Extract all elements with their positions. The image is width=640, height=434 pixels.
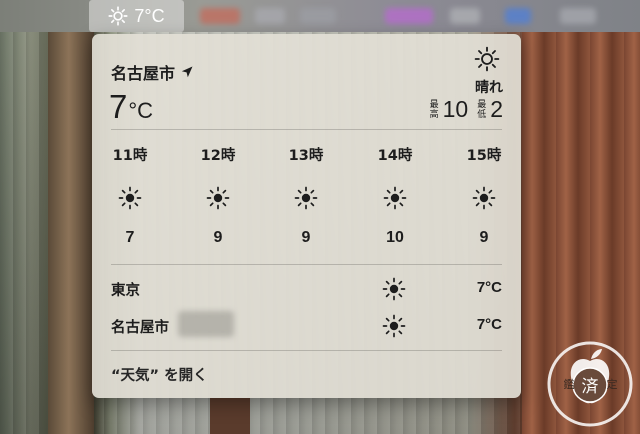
hour-temp: 7 xyxy=(125,229,135,246)
sun-icon xyxy=(108,6,128,26)
current-temp-value: 7 xyxy=(109,88,128,125)
location-weather-icon-wrap xyxy=(382,314,406,342)
watermark-logo: 済 鑑 定 xyxy=(547,341,633,427)
hour-column: 15時 9 xyxy=(454,144,514,247)
open-weather-app-link[interactable]: “天気” を開く xyxy=(111,364,208,385)
menu-bar: 7°C xyxy=(0,0,640,32)
current-city-name: 名古屋市 xyxy=(111,64,176,83)
weather-panel: 名古屋市 7 °C 晴れ 最 高 10 最 低 2 11時 7 12時 9 13… xyxy=(92,34,521,398)
hour-icon-wrap xyxy=(188,186,248,212)
blurred-menu-item xyxy=(385,8,433,24)
divider xyxy=(111,264,502,265)
low-label-char: 最 xyxy=(477,99,487,110)
menubar-weather-button[interactable]: 7°C xyxy=(89,0,184,32)
location-weather-icon-wrap xyxy=(382,277,406,305)
hour-temp: 9 xyxy=(301,229,311,246)
low-temp: 2 xyxy=(490,96,503,122)
watermark-text-left: 鑑 xyxy=(564,377,575,391)
menubar-weather-temp: 7°C xyxy=(134,5,165,26)
sun-icon xyxy=(474,46,500,72)
watermark-text-right: 定 xyxy=(607,377,618,391)
hour-column: 13時 9 xyxy=(276,144,336,247)
hour-icon-wrap xyxy=(365,186,425,212)
low-label-char: 低 xyxy=(477,109,487,120)
hour-time: 15時 xyxy=(466,148,502,164)
sun-icon xyxy=(206,186,230,210)
location-name: 名古屋市 xyxy=(111,320,169,336)
blurred-menu-item xyxy=(505,8,531,24)
hour-temp: 9 xyxy=(213,229,223,246)
watermark-text-mid: 済 xyxy=(582,377,599,397)
blurred-menu-item xyxy=(300,8,336,24)
current-temperature: 7 °C xyxy=(109,88,153,126)
hour-icon-wrap xyxy=(100,186,160,212)
sun-icon xyxy=(294,186,318,210)
sun-icon xyxy=(383,186,407,210)
blurred-menu-item xyxy=(450,8,480,24)
sun-icon xyxy=(118,186,142,210)
hour-icon-wrap xyxy=(454,186,514,212)
high-low-temps: 最 高 10 最 低 2 xyxy=(430,96,503,123)
wallpaper-tree-trunk xyxy=(48,30,94,434)
location-name: 東京 xyxy=(111,283,140,299)
hour-time: 14時 xyxy=(377,148,413,164)
high-temp: 10 xyxy=(442,96,469,122)
location-temp: 7°C xyxy=(476,279,502,296)
high-label-char: 最 xyxy=(429,99,439,110)
high-label: 最 高 xyxy=(430,100,439,120)
sun-icon xyxy=(382,277,406,301)
divider xyxy=(111,129,502,130)
hour-temp: 9 xyxy=(479,229,489,246)
blurred-menu-item xyxy=(255,8,285,24)
wallpaper-tree-trunk xyxy=(210,398,250,434)
blurred-menu-item xyxy=(560,8,596,24)
hour-temp: 10 xyxy=(386,229,404,246)
location-row[interactable]: 名古屋市 7°C xyxy=(111,311,502,338)
high-label-char: 高 xyxy=(429,109,439,120)
blurred-menu-item xyxy=(200,8,240,24)
hour-time: 11時 xyxy=(112,148,148,164)
redacted-area xyxy=(178,311,234,337)
sun-icon xyxy=(472,186,496,210)
condition-icon-wrap xyxy=(474,46,500,76)
location-row[interactable]: 東京 7°C xyxy=(111,277,502,301)
hour-time: 12時 xyxy=(200,148,236,164)
current-location[interactable]: 名古屋市 xyxy=(111,60,193,84)
current-temp-unit: °C xyxy=(128,98,154,123)
location-temp: 7°C xyxy=(476,316,502,333)
hour-icon-wrap xyxy=(276,186,336,212)
hour-column: 11時 7 xyxy=(100,144,160,247)
hourly-forecast: 11時 7 12時 9 13時 9 14時 10 15時 9 xyxy=(92,144,521,259)
low-label: 最 低 xyxy=(477,100,486,120)
hour-column: 12時 9 xyxy=(188,144,248,247)
divider xyxy=(111,350,502,351)
hour-column: 14時 10 xyxy=(365,144,425,247)
location-arrow-icon xyxy=(181,66,193,78)
sun-icon xyxy=(382,314,406,338)
condition-label: 晴れ xyxy=(475,80,503,96)
hour-time: 13時 xyxy=(288,148,324,164)
